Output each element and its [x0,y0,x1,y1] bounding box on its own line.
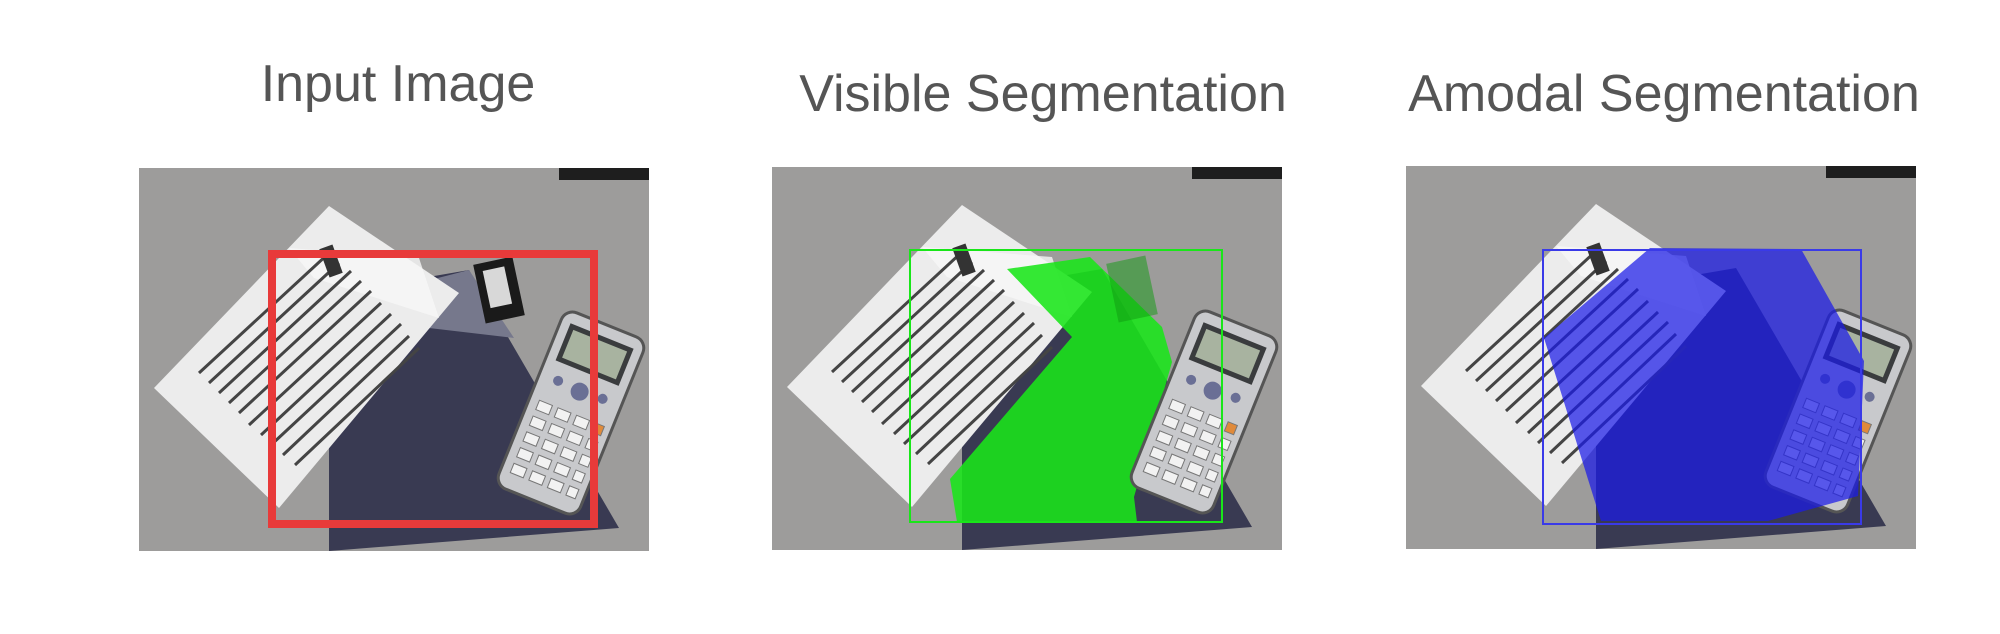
amodal-segmentation-image [1406,166,1916,549]
amodal-segmentation-panel [1406,166,1916,549]
desk-scene [139,168,649,551]
panel-title-input: Input Image [260,55,536,113]
visible-segmentation-image [772,167,1282,550]
input-image [139,168,649,551]
laptop-edge [559,168,649,180]
input-image-panel [139,168,649,551]
laptop-edge [1826,166,1916,178]
laptop-edge [1192,167,1282,179]
panel-title-visible: Visible Segmentation [799,65,1287,123]
panel-title-amodal: Amodal Segmentation [1408,65,1920,123]
visible-segmentation-panel [772,167,1282,550]
